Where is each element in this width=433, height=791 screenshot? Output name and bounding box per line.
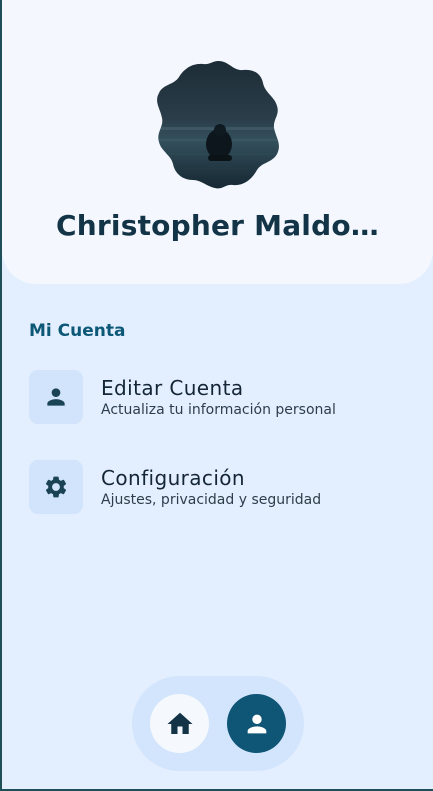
profile-avatar[interactable] xyxy=(153,59,284,190)
home-icon xyxy=(167,712,192,734)
settings-subtitle: Ajustes, privacidad y seguridad xyxy=(101,492,322,508)
nav-profile-button[interactable] xyxy=(227,694,286,753)
section-title-account: Mi Cuenta xyxy=(29,321,126,341)
settings-icon-tile xyxy=(29,460,83,514)
edit-account-item[interactable]: Editar Cuenta Actualiza tu información p… xyxy=(29,370,409,424)
edit-account-subtitle: Actualiza tu información personal xyxy=(101,402,336,418)
edit-account-icon-tile xyxy=(29,370,83,424)
person-icon xyxy=(47,388,65,406)
edit-account-title: Editar Cuenta xyxy=(101,376,244,400)
profile-name: Christopher Maldo… xyxy=(56,209,379,242)
profile-header: Christopher Maldo… xyxy=(2,0,433,284)
bottom-navigation xyxy=(132,676,304,771)
profile-screen: Christopher Maldo… Mi Cuenta Editar Cuen… xyxy=(2,0,433,789)
person-icon xyxy=(247,714,266,733)
gear-icon xyxy=(45,476,67,498)
nav-home-button[interactable] xyxy=(150,694,209,753)
settings-title: Configuración xyxy=(101,466,245,490)
settings-item[interactable]: Configuración Ajustes, privacidad y segu… xyxy=(29,460,409,514)
